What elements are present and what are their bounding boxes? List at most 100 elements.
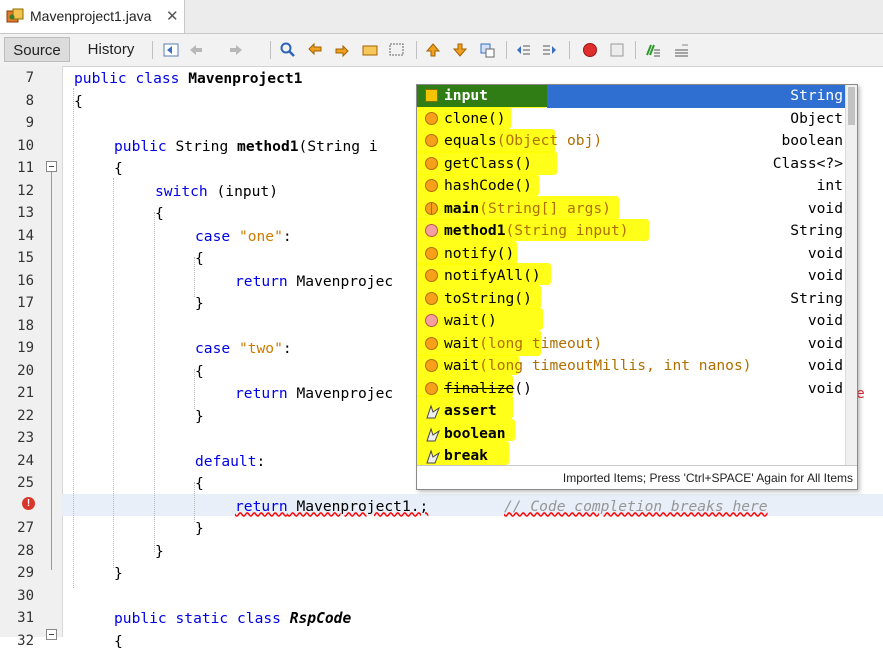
shift-left-icon[interactable] xyxy=(515,42,531,58)
code-token: Mavenproject1.; xyxy=(287,497,429,515)
code-token: Mavenprojec xyxy=(296,272,394,290)
code-token: RspCode xyxy=(289,610,352,627)
line-number: 27 xyxy=(17,520,34,536)
line-number: 16 xyxy=(17,272,34,289)
find-icon[interactable] xyxy=(280,42,296,58)
completion-item-type: String xyxy=(790,87,843,104)
line-number: 8 xyxy=(25,92,34,109)
line-number: 11 xyxy=(17,160,34,176)
completion-item-name: wait xyxy=(444,312,480,329)
start-macro-icon[interactable] xyxy=(582,42,598,58)
scrollbar-thumb[interactable] xyxy=(848,87,855,125)
completion-item-params: () xyxy=(496,244,515,262)
code-token: } xyxy=(114,565,123,582)
completion-item-signature: getClass() xyxy=(444,155,532,172)
completion-item[interactable]: hashCode() int xyxy=(417,175,845,198)
forward-icon[interactable] xyxy=(228,42,244,58)
code-line: } xyxy=(195,520,204,537)
stop-macro-icon[interactable] xyxy=(609,42,625,58)
code-token: String xyxy=(175,137,238,155)
method-icon xyxy=(425,156,439,171)
completion-item[interactable]: equals(Object obj) boolean xyxy=(417,130,845,153)
toggle-bookmark-icon[interactable] xyxy=(479,42,495,58)
code-line: return Mavenprojec xyxy=(235,385,393,402)
next-bookmark-icon[interactable] xyxy=(452,42,468,58)
completion-item-name: equals xyxy=(444,132,497,149)
field-icon xyxy=(425,89,439,103)
previous-bookmark-icon[interactable] xyxy=(425,42,441,58)
completion-item[interactable]: finalize() void xyxy=(417,378,845,401)
completion-item-name: hashCode xyxy=(444,177,515,194)
line-number: 31 xyxy=(17,610,34,626)
code-token: case xyxy=(195,227,239,245)
code-token: : xyxy=(282,227,292,245)
error-icon[interactable]: ! xyxy=(22,497,35,510)
completion-item[interactable]: assert xyxy=(417,400,845,423)
source-button[interactable]: Source xyxy=(4,37,70,62)
line-number-gutter: 7891011121314151617181920212223242526272… xyxy=(0,66,63,649)
code-token: method1 xyxy=(237,137,299,155)
completion-item-params: (long timeout) xyxy=(479,334,603,352)
code-completion-popup[interactable]: input String clone() Object equals(Object ob… xyxy=(416,84,858,490)
completion-item-signature: finalize() xyxy=(444,380,532,397)
completion-item-name: boolean xyxy=(444,424,506,442)
completion-item-signature: method1(String input) xyxy=(444,222,629,239)
fold-toggle[interactable] xyxy=(46,629,57,640)
completion-item[interactable]: notifyAll() void xyxy=(417,265,845,288)
completion-item-signature: notify() xyxy=(444,245,514,262)
line-number: 7 xyxy=(25,70,34,86)
fold-toggle[interactable] xyxy=(46,161,57,172)
method-icon xyxy=(425,359,439,373)
completion-item-type: String xyxy=(790,289,843,307)
rectangular-select-icon[interactable] xyxy=(389,42,405,58)
completion-item-type: void xyxy=(807,312,843,329)
line-number: 24 xyxy=(17,452,34,469)
completion-scrollbar[interactable] xyxy=(845,85,857,465)
method-icon xyxy=(425,179,439,193)
code-line: case "one": xyxy=(195,228,292,245)
code-token: { xyxy=(114,160,123,177)
completion-item-params: () xyxy=(479,312,497,329)
completion-item[interactable]: clone() Object xyxy=(417,108,845,131)
completion-item-name: toString xyxy=(444,289,515,307)
completion-item[interactable]: notify() void xyxy=(417,243,845,266)
code-token: : xyxy=(282,340,292,357)
completion-item[interactable]: boolean xyxy=(417,423,845,446)
completion-item-params: (String[] args) xyxy=(479,199,611,217)
toolbar-separator xyxy=(569,41,570,59)
indent-guide xyxy=(113,178,114,568)
completion-item[interactable]: getClass() Class<?> xyxy=(417,153,845,176)
code-token: { xyxy=(155,205,164,222)
completion-item[interactable]: toString() String xyxy=(417,288,845,311)
comment-icon[interactable] xyxy=(645,42,661,58)
shift-right-icon[interactable] xyxy=(542,42,558,58)
completion-item[interactable]: wait() void xyxy=(417,310,845,333)
back-icon[interactable] xyxy=(188,42,204,58)
close-icon[interactable]: ✕ xyxy=(166,7,179,25)
code-token: (input) xyxy=(207,182,279,200)
tab-mavenproject1[interactable]: Mavenproject1.java ✕ xyxy=(0,0,185,33)
completion-item[interactable]: wait(long timeoutMillis, int nanos) void xyxy=(417,355,845,378)
completion-item-name: notifyAll xyxy=(444,267,524,284)
find-previous-icon[interactable] xyxy=(307,42,323,58)
last-edit-icon[interactable] xyxy=(163,42,179,58)
uncomment-icon[interactable] xyxy=(673,42,689,58)
completion-item-params: () xyxy=(514,289,532,307)
code-token: return xyxy=(235,385,297,402)
completion-item[interactable]: method1(String input) String xyxy=(417,220,845,243)
history-button[interactable]: History xyxy=(78,37,144,62)
code-line: { xyxy=(155,205,164,222)
completion-item-params: (Object obj) xyxy=(496,132,603,149)
completion-item[interactable]: input String xyxy=(417,85,845,108)
code-token: "two" xyxy=(238,340,283,357)
code-token: { xyxy=(74,92,83,110)
toggle-highlight-icon[interactable] xyxy=(362,42,378,58)
tab-title: Mavenproject1.java xyxy=(30,8,152,24)
completion-item-name: wait xyxy=(444,334,480,352)
completion-item[interactable]: main(String[] args) void xyxy=(417,198,845,221)
completion-item-name: clone xyxy=(444,109,488,127)
find-next-icon[interactable] xyxy=(334,42,350,58)
completion-item[interactable]: wait(long timeout) void xyxy=(417,333,845,356)
completion-item-type: Object xyxy=(790,109,843,127)
indent-guide xyxy=(154,212,155,552)
